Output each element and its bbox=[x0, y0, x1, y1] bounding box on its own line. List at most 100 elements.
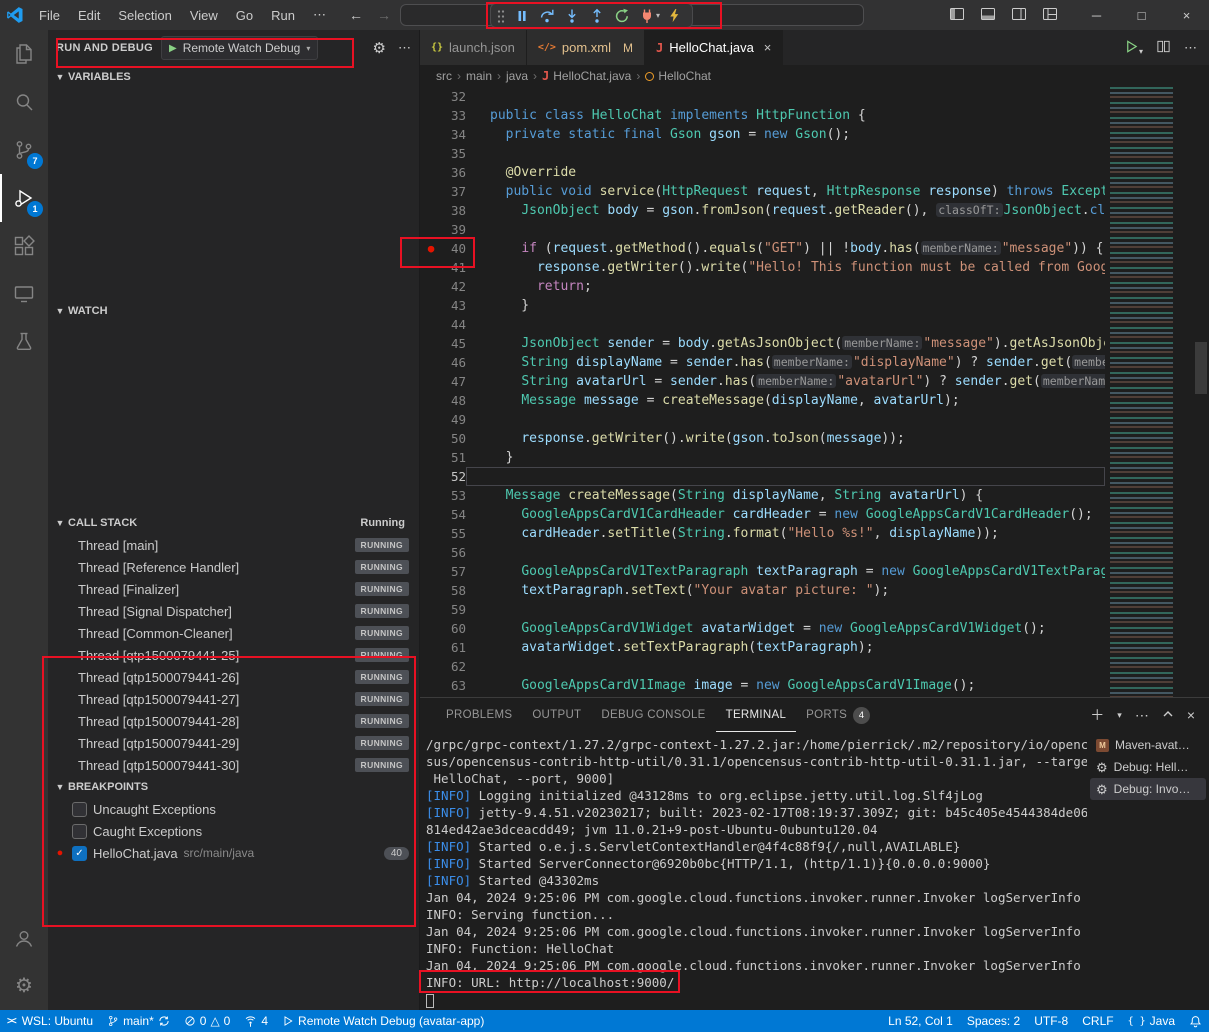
step-into-button[interactable] bbox=[559, 5, 584, 27]
menu-[interactable]: ⋯ bbox=[304, 7, 335, 23]
code-line-61[interactable]: ●61 avatarWidget.setTextParagraph(textPa… bbox=[420, 638, 1105, 657]
breakpoint-gutter[interactable]: ● bbox=[420, 505, 442, 524]
call-stack-thread-row[interactable]: Thread [Reference Handler]RUNNING bbox=[48, 556, 419, 578]
code-line-52[interactable]: ●52 bbox=[420, 467, 1105, 486]
remote-explorer-icon[interactable] bbox=[0, 270, 48, 318]
breakpoint-gutter[interactable]: ● bbox=[420, 600, 442, 619]
line-gutter[interactable]: ●38 bbox=[420, 201, 466, 220]
breakpoint-gutter[interactable]: ● bbox=[420, 657, 442, 676]
editor-scrollbar[interactable] bbox=[1193, 87, 1209, 697]
code-line-41[interactable]: ●41 response.getWriter().write("Hello! T… bbox=[420, 258, 1105, 277]
code-line-32[interactable]: ●32 bbox=[420, 87, 1105, 106]
code-line-33[interactable]: ●33public class HelloChat implements Htt… bbox=[420, 106, 1105, 125]
maximize-panel-icon[interactable] bbox=[1162, 707, 1174, 723]
code-line-45[interactable]: ●45 JsonObject sender = body.getAsJsonOb… bbox=[420, 334, 1105, 353]
menu-view[interactable]: View bbox=[181, 8, 227, 23]
panel-tab-debug-console[interactable]: DEBUG CONSOLE bbox=[591, 698, 715, 732]
breakpoint-row[interactable]: Caught Exceptions bbox=[48, 820, 419, 842]
breakpoint-gutter[interactable]: ● bbox=[420, 429, 442, 448]
line-gutter[interactable]: ●43 bbox=[420, 296, 466, 315]
close-panel-icon[interactable]: × bbox=[1187, 707, 1195, 723]
tab-pom-xml[interactable]: </> pom.xml M bbox=[527, 30, 645, 65]
hot-code-replace-button[interactable] bbox=[662, 5, 687, 27]
split-editor-icon[interactable] bbox=[1156, 39, 1171, 57]
breakpoint-gutter[interactable]: ● bbox=[420, 448, 442, 467]
panel-tab-terminal[interactable]: TERMINAL bbox=[716, 698, 797, 732]
terminal-session-item[interactable]: ⚙Debug: Invo… bbox=[1090, 778, 1206, 800]
forward-button[interactable]: → bbox=[377, 7, 391, 23]
code-line-57[interactable]: ●57 GoogleAppsCardV1TextParagraph textPa… bbox=[420, 562, 1105, 581]
breakpoint-dot[interactable]: ● bbox=[420, 239, 442, 258]
panel-tab-output[interactable]: OUTPUT bbox=[522, 698, 591, 732]
code-line-62[interactable]: ●62 bbox=[420, 657, 1105, 676]
code-line-34[interactable]: ●34 private static final Gson gson = new… bbox=[420, 125, 1105, 144]
breadcrumb-hellochat-java[interactable]: JHelloChat.java bbox=[542, 69, 631, 83]
more-actions-icon[interactable]: ⋯ bbox=[1135, 707, 1149, 724]
breakpoint-gutter[interactable]: ● bbox=[420, 562, 442, 581]
back-button[interactable]: ← bbox=[349, 7, 363, 23]
call-stack-thread-row[interactable]: Thread [qtp1500079441-28]RUNNING bbox=[48, 710, 419, 732]
breakpoint-gutter[interactable]: ● bbox=[420, 372, 442, 391]
code-line-53[interactable]: ●53 Message createMessage(String display… bbox=[420, 486, 1105, 505]
breakpoint-gutter[interactable]: ● bbox=[420, 334, 442, 353]
call-stack-thread-row[interactable]: Thread [qtp1500079441-30]RUNNING bbox=[48, 754, 419, 776]
line-gutter[interactable]: ●40 bbox=[420, 239, 466, 258]
toggle-panel-icon[interactable] bbox=[980, 6, 996, 25]
source-control-icon[interactable]: 7 bbox=[0, 126, 48, 174]
panel-tab-ports[interactable]: PORTS4 bbox=[796, 698, 880, 732]
breakpoint-gutter[interactable]: ● bbox=[420, 258, 442, 277]
code-line-56[interactable]: ●56 bbox=[420, 543, 1105, 562]
call-stack-thread-row[interactable]: Thread [qtp1500079441-26]RUNNING bbox=[48, 666, 419, 688]
menu-selection[interactable]: Selection bbox=[109, 8, 180, 23]
more-actions-icon[interactable]: ⋯ bbox=[398, 40, 411, 56]
call-stack-thread-row[interactable]: Thread [Common-Cleaner]RUNNING bbox=[48, 622, 419, 644]
code-line-39[interactable]: ●39 bbox=[420, 220, 1105, 239]
maximize-button[interactable]: □ bbox=[1119, 0, 1164, 30]
terminal-session-item[interactable]: MMaven-avat… bbox=[1090, 734, 1206, 756]
code-line-40[interactable]: ●40 if (request.getMethod().equals("GET"… bbox=[420, 239, 1105, 258]
language-mode-item[interactable]: { } Java bbox=[1121, 1010, 1182, 1032]
line-gutter[interactable]: ●44 bbox=[420, 315, 466, 334]
settings-gear-icon[interactable]: ⚙ bbox=[0, 962, 48, 1010]
breakpoint-checkbox[interactable]: ✓ bbox=[72, 846, 87, 861]
code-editor[interactable]: ●32●33public class HelloChat implements … bbox=[420, 87, 1209, 697]
breakpoint-gutter[interactable]: ● bbox=[420, 163, 442, 182]
tab-hellochat-java[interactable]: J HelloChat.java × bbox=[645, 30, 783, 65]
code-line-60[interactable]: ●60 GoogleAppsCardV1Widget avatarWidget … bbox=[420, 619, 1105, 638]
terminal-dropdown-chevron-icon[interactable]: ▾ bbox=[1117, 710, 1122, 721]
breakpoint-gutter[interactable]: ● bbox=[420, 410, 442, 429]
debug-session-item[interactable]: Remote Watch Debug (avatar-app) bbox=[275, 1010, 491, 1032]
code-line-50[interactable]: ●50 response.getWriter().write(gson.toJs… bbox=[420, 429, 1105, 448]
breakpoint-gutter[interactable]: ● bbox=[420, 467, 442, 486]
line-gutter[interactable]: ●48 bbox=[420, 391, 466, 410]
account-icon[interactable] bbox=[0, 914, 48, 962]
variables-section-header[interactable]: ▼ VARIABLES bbox=[48, 66, 419, 88]
breakpoint-gutter[interactable]: ● bbox=[420, 581, 442, 600]
call-stack-thread-row[interactable]: Thread [qtp1500079441-27]RUNNING bbox=[48, 688, 419, 710]
indentation-item[interactable]: Spaces: 2 bbox=[960, 1010, 1027, 1032]
configure-gear-icon[interactable]: ⚙ bbox=[373, 41, 386, 56]
code-line-44[interactable]: ●44 bbox=[420, 315, 1105, 334]
run-and-debug-icon[interactable]: 1 bbox=[0, 174, 48, 222]
panel-tab-problems[interactable]: PROBLEMS bbox=[436, 698, 522, 732]
breadcrumb-java[interactable]: java bbox=[506, 69, 528, 83]
breakpoint-gutter[interactable]: ● bbox=[420, 277, 442, 296]
watch-section-header[interactable]: ▼ WATCH bbox=[48, 300, 419, 322]
line-gutter[interactable]: ●39 bbox=[420, 220, 466, 239]
line-gutter[interactable]: ●50 bbox=[420, 429, 466, 448]
code-line-37[interactable]: ●37 public void service(HttpRequest requ… bbox=[420, 182, 1105, 201]
code-line-58[interactable]: ●58 textParagraph.setText("Your avatar p… bbox=[420, 581, 1105, 600]
step-over-button[interactable] bbox=[534, 5, 559, 27]
line-gutter[interactable]: ●33 bbox=[420, 106, 466, 125]
line-gutter[interactable]: ●59 bbox=[420, 600, 466, 619]
line-gutter[interactable]: ●54 bbox=[420, 505, 466, 524]
line-gutter[interactable]: ●46 bbox=[420, 353, 466, 372]
code-line-36[interactable]: ●36 @Override bbox=[420, 163, 1105, 182]
line-gutter[interactable]: ●45 bbox=[420, 334, 466, 353]
line-gutter[interactable]: ●53 bbox=[420, 486, 466, 505]
problems-item[interactable]: 0 △ 0 bbox=[177, 1010, 238, 1032]
code-line-55[interactable]: ●55 cardHeader.setTitle(String.format("H… bbox=[420, 524, 1105, 543]
remote-indicator[interactable]: >< WSL: Ubuntu bbox=[0, 1010, 100, 1032]
line-gutter[interactable]: ●60 bbox=[420, 619, 466, 638]
testing-icon[interactable] bbox=[0, 318, 48, 366]
